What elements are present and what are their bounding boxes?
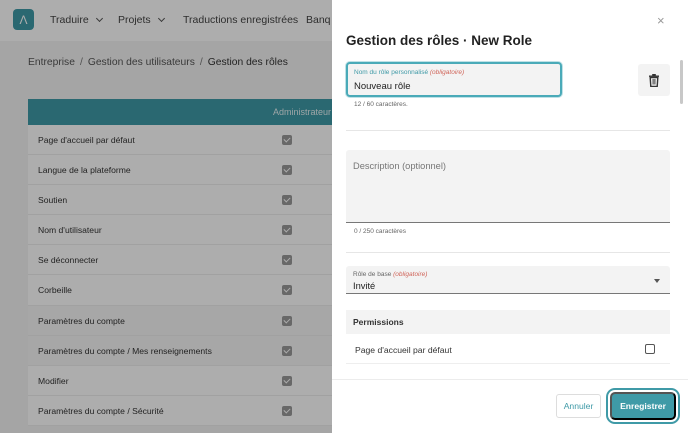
base-role-value: Invité <box>353 281 376 291</box>
permission-row: Page d'accueil par défaut <box>346 336 670 364</box>
description-textarea[interactable]: Description (optionnel) <box>346 150 670 223</box>
description-placeholder: Description (optionnel) <box>353 161 447 171</box>
save-button[interactable]: Enregistrer <box>610 392 676 420</box>
role-name-label: Nom du rôle personnalisé (obligatoire) <box>354 69 464 76</box>
role-name-counter: 12 / 60 caractères. <box>354 101 408 108</box>
divider <box>346 252 670 253</box>
delete-role-button[interactable] <box>638 64 670 96</box>
drawer-title: Gestion des rôles · New Role <box>346 33 533 48</box>
caret-down-icon <box>654 279 660 283</box>
divider <box>346 130 670 131</box>
cancel-button[interactable]: Annuler <box>556 394 601 418</box>
base-role-label-text: Rôle de base <box>353 271 392 278</box>
required-marker: (obligatoire) <box>393 271 428 278</box>
footer-divider <box>332 379 688 380</box>
description-counter: 0 / 250 caractères <box>354 228 407 235</box>
permission-checkbox[interactable] <box>645 344 655 354</box>
base-role-label: Rôle de base (obligatoire) <box>353 271 427 278</box>
new-role-drawer: Gestion des rôles · New Role × Nom du rô… <box>332 0 688 433</box>
trash-icon <box>649 73 659 87</box>
role-name-label-text: Nom du rôle personnalisé <box>354 69 429 76</box>
drawer-scrollbar[interactable] <box>680 60 683 104</box>
permissions-header: Permissions <box>346 310 670 334</box>
permission-label: Page d'accueil par défaut <box>355 345 452 355</box>
close-icon[interactable]: × <box>657 13 665 28</box>
role-name-value: Nouveau rôle <box>354 81 411 92</box>
required-marker: (obligatoire) <box>429 69 465 76</box>
base-role-select[interactable]: Rôle de base (obligatoire) Invité <box>346 266 670 294</box>
permissions-heading: Permissions <box>353 317 404 327</box>
role-name-input[interactable]: Nom du rôle personnalisé (obligatoire) N… <box>346 62 562 97</box>
